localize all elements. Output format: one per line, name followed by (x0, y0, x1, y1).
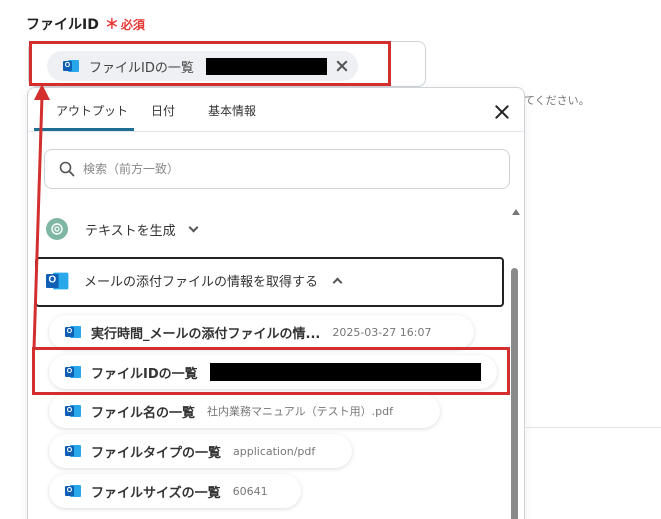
chevron-up-icon (332, 277, 343, 288)
close-icon[interactable] (494, 104, 510, 120)
tab-basic-info[interactable]: 基本情報 (208, 102, 256, 119)
item-name: ファイルサイズの一覧 (91, 485, 221, 501)
chip-label: ファイルIDの一覧 (89, 60, 194, 76)
outlook-icon: O (46, 271, 69, 291)
field-label-text: ファイルID (26, 17, 99, 33)
section-text-generation[interactable]: テキストを生成 (46, 218, 199, 240)
scroll-up-arrow-icon[interactable] (512, 209, 520, 215)
item-name: 実行時間_メールの添付ファイルの情... (91, 326, 321, 342)
field-label: ファイルID ＊必須 (26, 14, 145, 34)
tab-date[interactable]: 日付 (151, 102, 175, 119)
list-item[interactable]: O 実行時間_メールの添付ファイルの情... 2025-03-27 16:07 (49, 315, 474, 349)
item-name: ファイルタイプの一覧 (91, 445, 222, 461)
list-item[interactable]: O ファイルIDの一覧 (49, 355, 497, 389)
variable-picker-dropdown: アウトプット 日付 基本情報 テキストを生成 O メールの添付ファイルの情報を取… (27, 87, 525, 519)
hint-text: てください。 (524, 94, 590, 107)
item-value: 社内業務マニュアル（テスト用）.pdf (207, 405, 394, 418)
required-mark: ＊ (104, 17, 119, 33)
item-value: 60641 (232, 484, 268, 498)
chip-remove-icon[interactable] (335, 59, 349, 73)
list-item[interactable]: O ファイルサイズの一覧 60641 (49, 474, 301, 508)
outlook-icon: O (65, 325, 81, 339)
outlook-icon: O (65, 444, 81, 458)
scrollbar-thumb[interactable] (511, 268, 518, 519)
required-text: 必須 (120, 18, 145, 32)
tab-output[interactable]: アウトプット (56, 102, 128, 119)
chevron-down-icon (188, 222, 199, 232)
search-input[interactable] (83, 162, 483, 176)
openai-icon (46, 218, 68, 240)
tab-bar: アウトプット 日付 基本情報 (28, 88, 524, 132)
redacted-block (205, 57, 327, 75)
item-value: 2025-03-27 16:07 (332, 325, 432, 339)
active-tab-indicator (34, 128, 134, 131)
section-title: テキストを生成 (85, 223, 176, 239)
list-item[interactable]: O ファイル名の一覧 社内業務マニュアル（テスト用）.pdf (49, 394, 440, 428)
outlook-icon: O (65, 484, 81, 498)
section-title: メールの添付ファイルの情報を取得する (84, 275, 319, 290)
outlook-icon: O (63, 59, 79, 73)
item-name: ファイル名の一覧 (91, 405, 196, 421)
outlook-icon: O (65, 365, 81, 379)
redacted-block (209, 363, 481, 381)
search-box[interactable] (44, 149, 510, 189)
section-attachment-info[interactable]: O メールの添付ファイルの情報を取得する (46, 271, 343, 291)
divider (526, 427, 661, 428)
item-name: ファイルIDの一覧 (91, 366, 198, 382)
required-badge: ＊必須 (105, 14, 145, 34)
list-item[interactable]: O ファイルタイプの一覧 application/pdf (49, 434, 352, 468)
outlook-icon: O (65, 404, 81, 418)
selected-value-chip[interactable]: O ファイルIDの一覧 (47, 51, 358, 81)
search-icon (59, 161, 75, 177)
item-value: application/pdf (233, 444, 316, 458)
